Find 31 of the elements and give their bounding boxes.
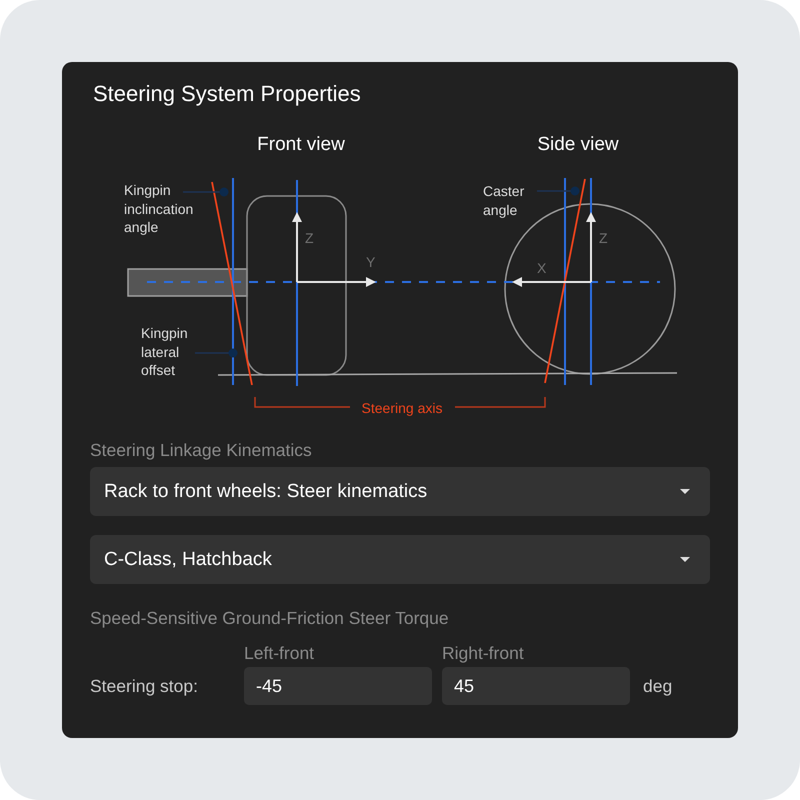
section-label: Speed-Sensitive Ground-Friction Steer Torque xyxy=(90,607,449,629)
axis-label: Z xyxy=(599,230,608,246)
view-title: Front view xyxy=(257,134,345,156)
axis-label: Z xyxy=(305,230,314,246)
section-label: Steering Linkage Kinematics xyxy=(90,439,312,461)
unit-label: deg xyxy=(643,675,672,697)
leader-dot-icon xyxy=(570,186,580,196)
field-label: Left-front xyxy=(244,642,314,664)
axis-label: X xyxy=(537,260,546,276)
field-label: Right-front xyxy=(442,642,524,664)
leader-line xyxy=(183,191,222,193)
steering-axis-label: Steering axis xyxy=(362,400,442,416)
callout-label: Caster angle xyxy=(483,182,524,219)
z-axis-arrow xyxy=(586,212,596,282)
leader-line xyxy=(195,352,230,354)
row-label: Steering stop: xyxy=(90,675,198,697)
callout-label: Kingpin inclincation angle xyxy=(124,181,194,236)
axis-label: Y xyxy=(366,254,376,270)
dropdown[interactable]: Rack to front wheels: Steer kinematics xyxy=(90,467,710,516)
leader-dot-icon xyxy=(220,188,228,196)
leader-dot-icon xyxy=(228,348,238,358)
caret-icon xyxy=(680,489,690,494)
z-axis-arrow xyxy=(292,212,302,282)
callout-label: Kingpin lateral offset xyxy=(141,324,188,380)
view-title: Side view xyxy=(537,134,619,156)
dropdown[interactable]: C-Class, Hatchback xyxy=(90,535,710,584)
panel-title: Steering System Properties xyxy=(93,81,361,107)
caret-icon xyxy=(680,557,690,562)
number-field[interactable]: -45 xyxy=(244,667,432,705)
number-field[interactable]: 45 xyxy=(442,667,630,705)
leader-line xyxy=(537,190,572,192)
